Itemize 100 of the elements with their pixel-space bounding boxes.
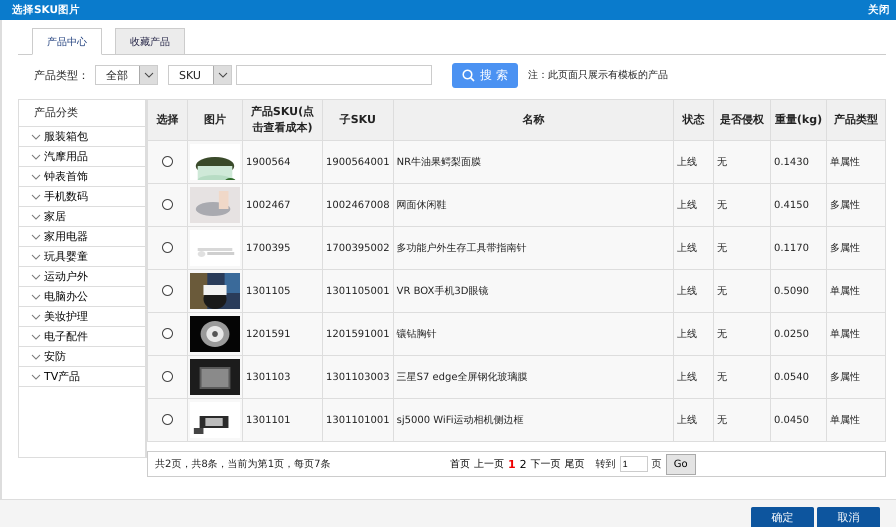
table-cell: 上线 (674, 398, 714, 442)
table-cell: 单属性 (826, 312, 886, 356)
filter-label: 产品类型： (34, 68, 89, 82)
search-icon (462, 68, 476, 82)
table-cell: 无 (714, 312, 770, 356)
table-cell: 1700395002 (322, 226, 394, 270)
table-cell: 单属性 (826, 398, 886, 442)
table-cell: 1301105 (242, 270, 322, 312)
column-header: 状态 (674, 100, 714, 140)
page-link[interactable]: 2 (520, 458, 527, 470)
table-cell: 上线 (674, 140, 714, 184)
search-field[interactable] (236, 65, 432, 85)
table-cell: 多属性 (826, 356, 886, 398)
column-header: 图片 (188, 100, 242, 140)
next-page-link[interactable]: 下一页 (530, 457, 561, 471)
type-dropdown[interactable]: 全部 (95, 65, 158, 85)
note-text: 注：此页面只展示有模板的产品 (528, 68, 668, 82)
page-input[interactable]: 1 (620, 456, 648, 472)
table-cell: 0.1170 (770, 226, 826, 270)
radio-button[interactable] (162, 414, 173, 426)
column-header: 是否侵权 (714, 100, 770, 140)
table-cell: 无 (714, 270, 770, 312)
tab[interactable]: 收藏产品 (115, 28, 185, 55)
page-unit: 页 (652, 458, 662, 471)
table-cell: sj5000 WiFi运动相机侧边框 (393, 398, 674, 442)
page-link[interactable]: 1 (508, 458, 516, 470)
table-cell: VR BOX手机3D眼镜 (393, 270, 674, 312)
chevron-down-icon (31, 294, 41, 300)
field-dropdown[interactable]: SKU (168, 65, 232, 85)
caret-icon (213, 66, 231, 84)
table-cell: NR牛油果鳄梨面膜 (393, 140, 674, 184)
table-cell: 1900564 (242, 140, 322, 184)
cancel-button[interactable]: 取消 (817, 507, 880, 527)
table-cell: 单属性 (826, 140, 886, 184)
table-cell: 多属性 (826, 226, 886, 270)
table-cell: 上线 (674, 226, 714, 270)
table-cell: 0.0450 (770, 398, 826, 442)
table-cell: 1002467008 (322, 184, 394, 226)
radio-button[interactable] (162, 199, 173, 210)
table-cell: 无 (714, 226, 770, 270)
chevron-down-icon (31, 254, 41, 260)
table-cell: 镶钻胸针 (393, 312, 674, 356)
chevron-down-icon (31, 174, 41, 180)
column-header: 选择 (148, 100, 188, 140)
radio-button[interactable] (162, 371, 173, 382)
radio-button[interactable] (162, 242, 173, 254)
table-cell: 网面休闲鞋 (393, 184, 674, 226)
table-cell: 多功能户外生存工具带指南针 (393, 226, 674, 270)
go-button[interactable]: Go (666, 454, 696, 474)
table-cell: 1201591001 (322, 312, 394, 356)
goto-label: 转到 (596, 458, 616, 471)
caret-icon (139, 66, 157, 84)
table-cell: 上线 (674, 356, 714, 398)
column-header: 产品SKU(点击查看成本) (242, 100, 322, 140)
chevron-down-icon (31, 354, 41, 360)
table-cell: 无 (714, 398, 770, 442)
table-cell: 上线 (674, 270, 714, 312)
table-cell: 无 (714, 140, 770, 184)
prev-page-link[interactable]: 上一页 (474, 457, 504, 471)
table-cell: 0.1430 (770, 140, 826, 184)
pagination-summary: 共2页，共8条，当前为第1页，每页7条 (155, 458, 332, 471)
table-cell: 1301105001 (322, 270, 394, 312)
chevron-down-icon (31, 134, 41, 140)
table-cell: 无 (714, 184, 770, 226)
table-cell: 1201591 (242, 312, 322, 356)
column-header: 产品类型 (826, 100, 886, 140)
column-header: 重量(kg) (770, 100, 826, 140)
table-cell: 多属性 (826, 184, 886, 226)
chevron-down-icon (31, 334, 41, 340)
tab[interactable]: 产品中心 (32, 28, 102, 55)
radio-button[interactable] (162, 328, 173, 340)
radio-button[interactable] (162, 285, 173, 296)
last-page-link[interactable]: 尾页 (564, 457, 585, 471)
table-cell: 0.0250 (770, 312, 826, 356)
table-cell: 单属性 (826, 270, 886, 312)
chevron-down-icon (31, 194, 41, 200)
radio-button[interactable] (162, 156, 173, 168)
confirm-button[interactable]: 确定 (751, 507, 814, 527)
table-cell: 1301101 (242, 398, 322, 442)
table-cell: 1301103 (242, 356, 322, 398)
table-cell: 1002467 (242, 184, 322, 226)
table-cell: 0.4150 (770, 184, 826, 226)
table-cell: 三星S7 edge全屏钢化玻璃膜 (393, 356, 674, 398)
chevron-down-icon (31, 274, 41, 280)
table-cell: 上线 (674, 312, 714, 356)
close-link[interactable]: 关闭 (868, 3, 890, 17)
table-cell: 0.0540 (770, 356, 826, 398)
table-cell: 1301101001 (322, 398, 394, 442)
table-cell: 1301103003 (322, 356, 394, 398)
chevron-down-icon (31, 154, 41, 160)
column-header: 子SKU (322, 100, 394, 140)
table-cell: 无 (714, 356, 770, 398)
table-cell: 上线 (674, 184, 714, 226)
chevron-down-icon (31, 314, 41, 320)
first-page-link[interactable]: 首页 (450, 457, 470, 471)
chevron-down-icon (31, 374, 41, 380)
table-cell: 1700395 (242, 226, 322, 270)
column-header: 名称 (393, 100, 674, 140)
chevron-down-icon (31, 234, 41, 240)
chevron-down-icon (31, 214, 41, 220)
